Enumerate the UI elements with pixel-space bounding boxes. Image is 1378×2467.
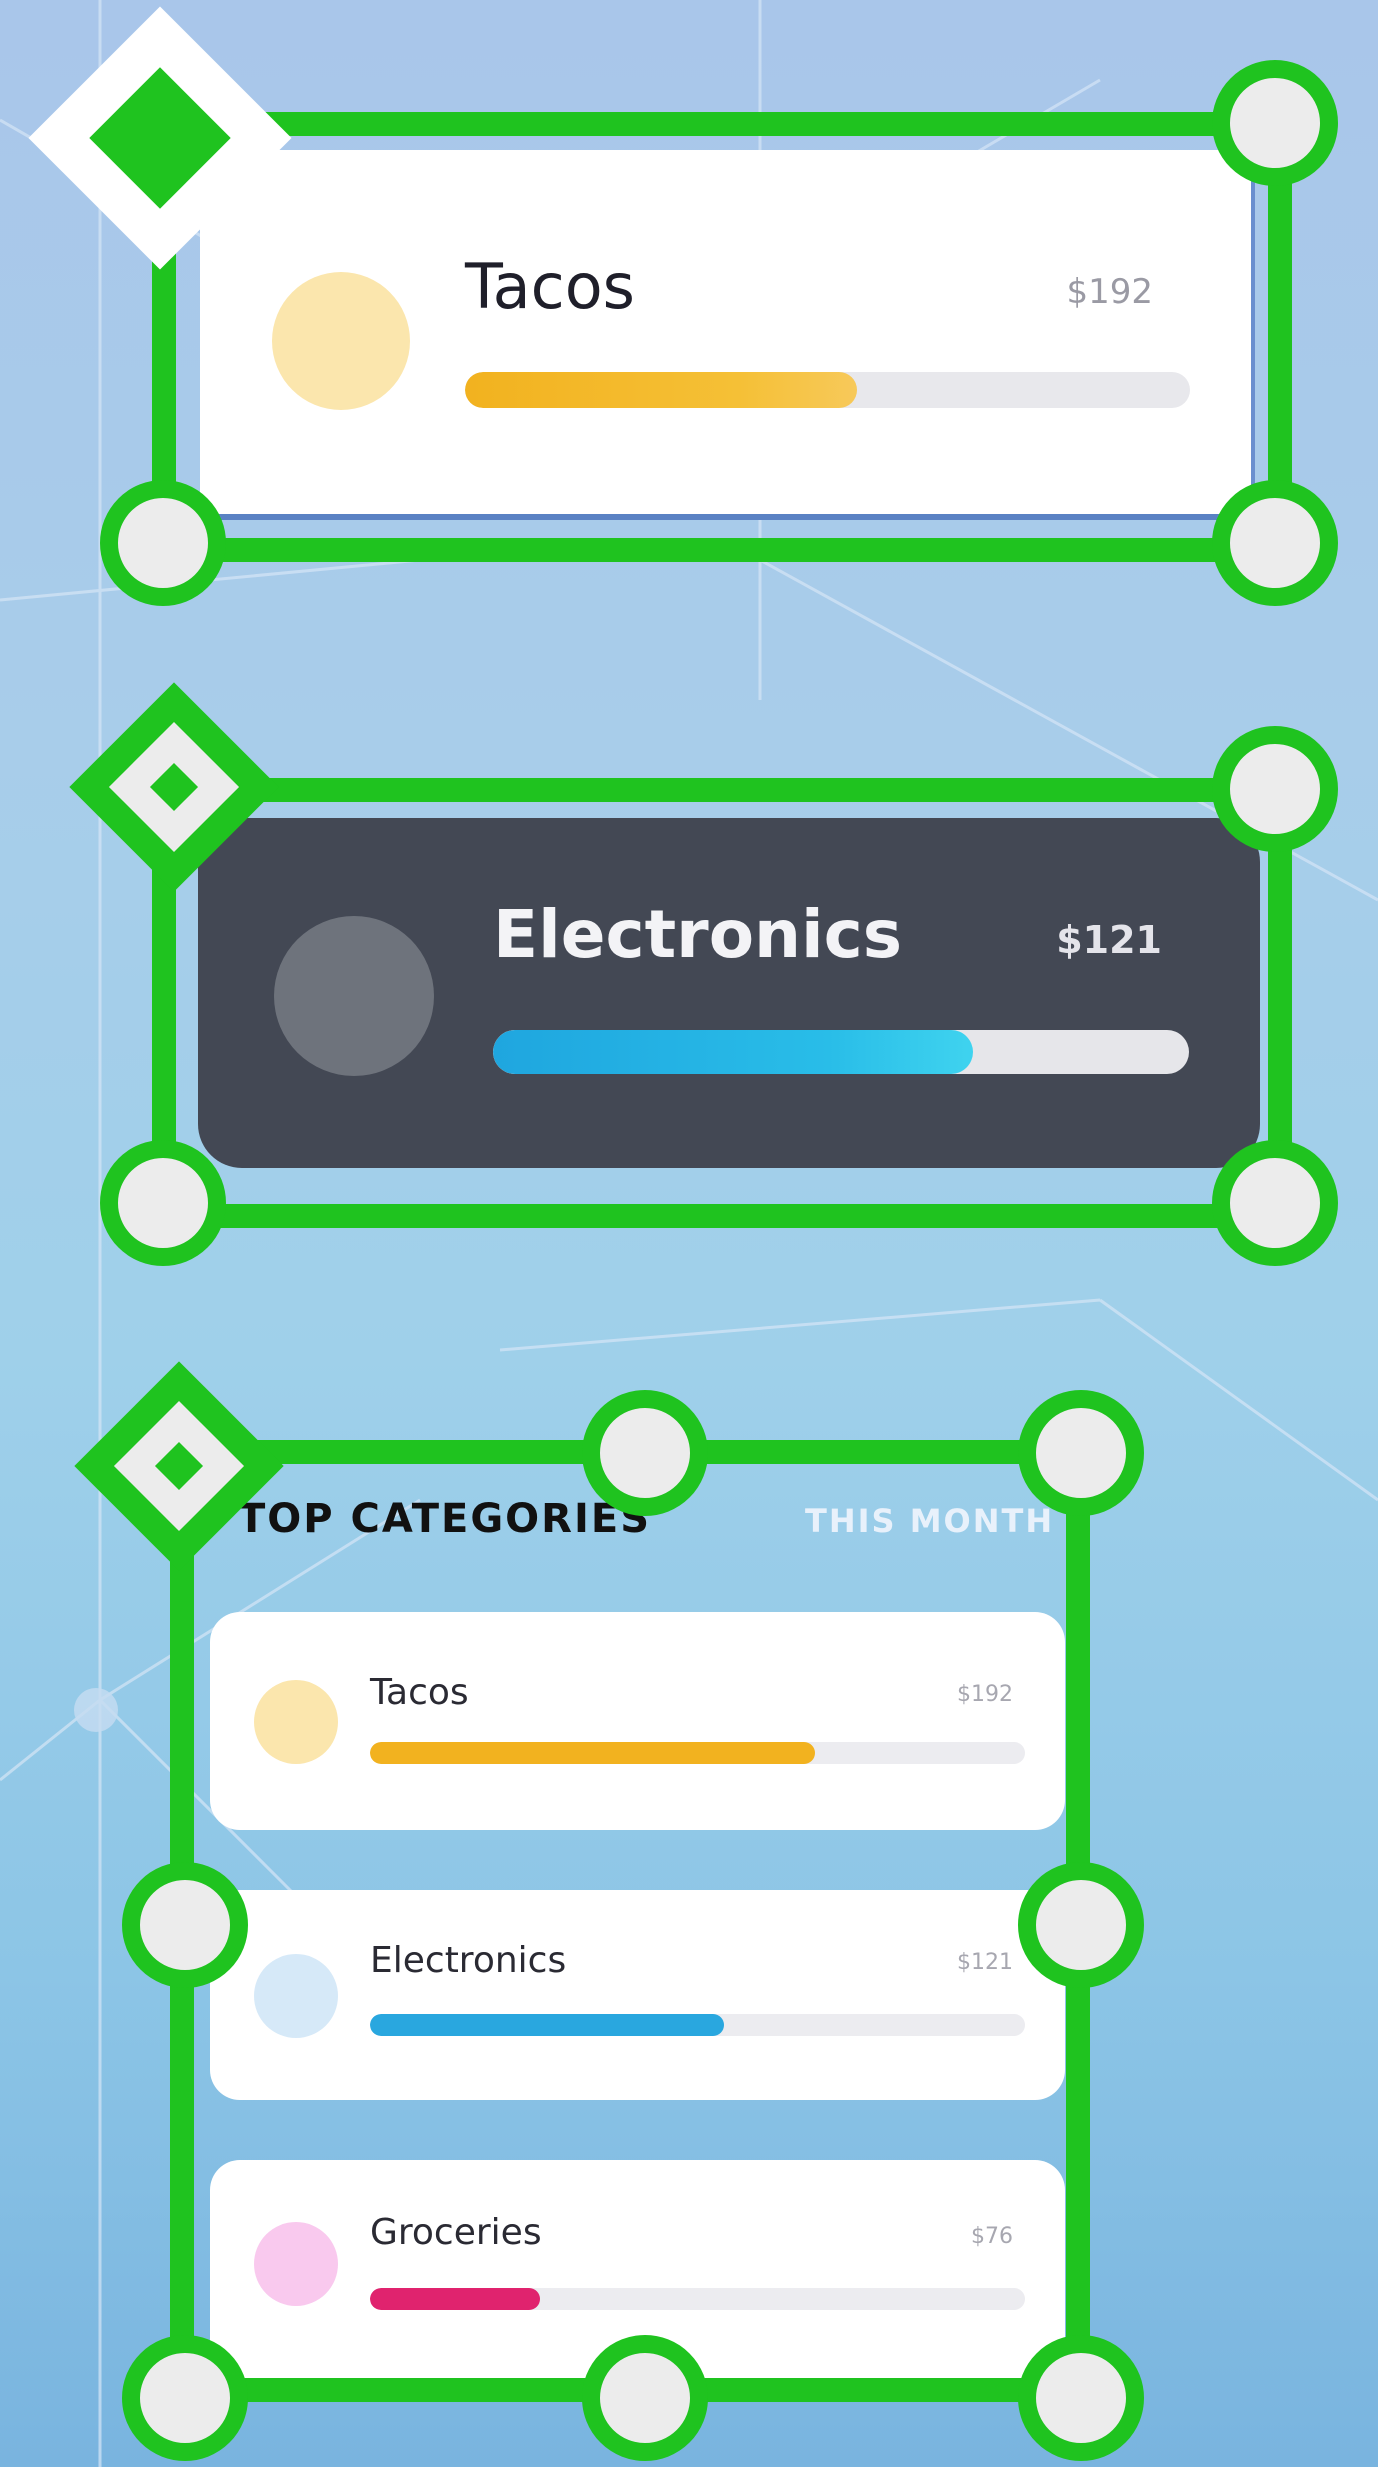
resize-handle-icon[interactable] xyxy=(1212,60,1338,186)
category-dot-icon xyxy=(254,2222,338,2306)
category-name: Tacos xyxy=(465,250,635,323)
progress-track xyxy=(493,1030,1189,1074)
progress-track xyxy=(465,372,1190,408)
category-dot-icon xyxy=(274,916,434,1076)
resize-handle-icon[interactable] xyxy=(122,1862,248,1988)
resize-handle-icon[interactable] xyxy=(1212,726,1338,852)
resize-handle-icon[interactable] xyxy=(1212,480,1338,606)
category-name: Electronics xyxy=(370,1940,567,1981)
resize-handle-icon[interactable] xyxy=(100,480,226,606)
resize-handle-icon[interactable] xyxy=(582,2335,708,2461)
category-card-electronics[interactable]: Electronics $121 xyxy=(198,818,1260,1168)
progress-fill xyxy=(370,2288,541,2310)
progress-track xyxy=(370,2014,1025,2036)
category-amount: $76 xyxy=(971,2224,1013,2249)
category-amount: $192 xyxy=(957,1682,1013,1707)
category-amount: $121 xyxy=(957,1950,1013,1975)
list-item[interactable]: Electronics $121 xyxy=(210,1890,1065,2100)
resize-handle-icon[interactable] xyxy=(100,1140,226,1266)
category-name: Tacos xyxy=(370,1672,469,1713)
list-item[interactable]: Tacos $192 xyxy=(210,1612,1065,1830)
category-name: Groceries xyxy=(370,2212,542,2253)
resize-handle-icon[interactable] xyxy=(1018,1862,1144,1988)
resize-handle-icon[interactable] xyxy=(1018,1390,1144,1516)
resize-handle-icon[interactable] xyxy=(122,2335,248,2461)
category-card-tacos[interactable]: Tacos $192 xyxy=(200,150,1255,520)
panel-title: TOP CATEGORIES xyxy=(238,1496,651,1542)
progress-track xyxy=(370,1742,1025,1764)
resize-handle-icon[interactable] xyxy=(1212,1140,1338,1266)
category-dot-icon xyxy=(254,1954,338,2038)
progress-fill xyxy=(370,1742,816,1764)
category-amount: $192 xyxy=(1066,272,1153,312)
tab-this-month[interactable]: THIS MONTH xyxy=(805,1502,1054,1540)
progress-fill xyxy=(465,372,857,408)
progress-fill xyxy=(370,2014,724,2036)
category-dot-icon xyxy=(272,272,410,410)
category-name: Electronics xyxy=(493,896,903,973)
category-dot-icon xyxy=(254,1680,338,1764)
resize-handle-icon[interactable] xyxy=(582,1390,708,1516)
progress-track xyxy=(370,2288,1025,2310)
resize-handle-icon[interactable] xyxy=(1018,2335,1144,2461)
progress-fill xyxy=(493,1030,974,1074)
category-amount: $121 xyxy=(1056,918,1162,962)
